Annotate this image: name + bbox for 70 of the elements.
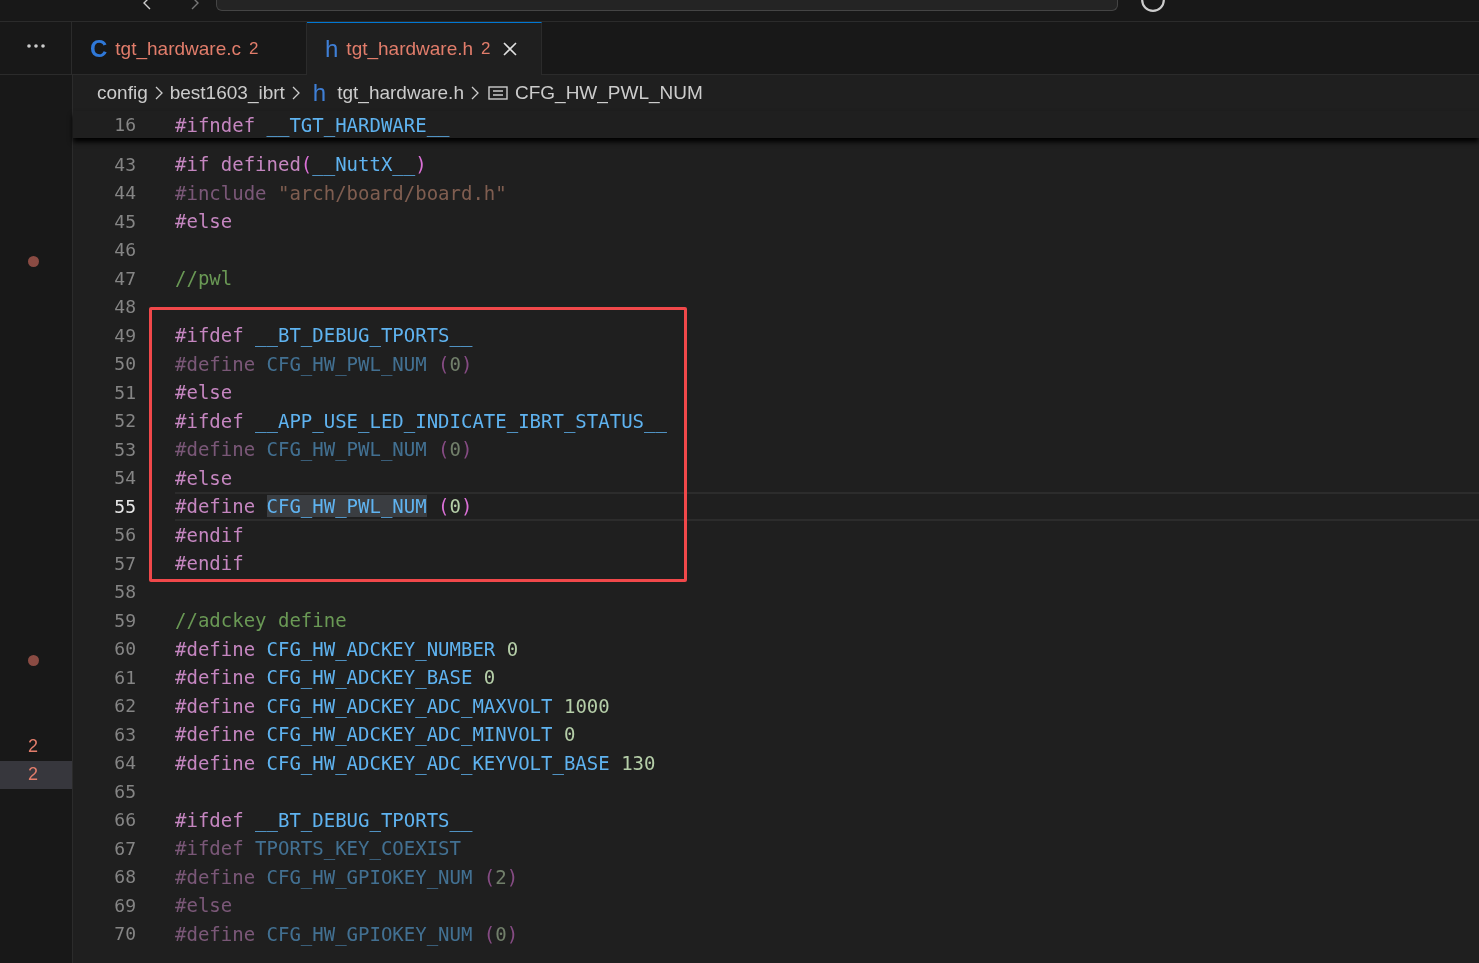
line-number: 59 (113, 609, 136, 631)
marker-dot-icon (27, 655, 39, 667)
code-line: #else (175, 894, 233, 917)
line-number: 51 (113, 381, 136, 403)
code-line: #define CFG_HW_ADCKEY_ADC_MINVOLT 0 (175, 723, 576, 746)
line-number: 60 (113, 638, 136, 660)
code-line: //adckey define (175, 609, 347, 632)
line-number: 44 (113, 182, 136, 204)
file-type-icon: h (312, 81, 327, 105)
line-number: 49 (113, 324, 136, 346)
line-number: 61 (113, 666, 136, 688)
code-line: #define CFG_HW_GPIOKEY_NUM (2) (175, 865, 519, 888)
code-line: #include "arch/board/board.h" (175, 181, 507, 204)
code-line: #endif (175, 552, 244, 575)
code-line: #else (175, 381, 233, 404)
line-number: 46 (113, 239, 136, 261)
line-number: 69 (113, 894, 136, 916)
file-type-icon: C (90, 36, 108, 61)
line-number: 70 (113, 923, 136, 945)
breadcrumb-item[interactable]: tgt_hardware.h (337, 82, 464, 104)
code-line: #define CFG_HW_ADCKEY_NUMBER 0 (175, 637, 519, 660)
code-line: #else (175, 466, 233, 489)
problem-count[interactable]: 2 (25, 735, 41, 757)
code-line: #define CFG_HW_ADCKEY_BASE 0 (175, 666, 496, 689)
code-line: #if defined(__NuttX__) (175, 153, 427, 176)
line-number: 67 (113, 837, 136, 859)
line-number: 16 (113, 114, 136, 135)
code-line: #endif (175, 523, 244, 546)
symbol-icon (487, 86, 508, 100)
line-number: 63 (113, 723, 136, 745)
file-type-icon: h (325, 37, 339, 61)
editor-tab[interactable]: h tgt_hardware.h 2 (307, 22, 542, 75)
code-line: //pwl (175, 267, 233, 290)
line-number: 66 (113, 809, 136, 831)
code-line: #define CFG_HW_GPIOKEY_NUM (0) (175, 922, 519, 945)
code-line: #define CFG_HW_ADCKEY_ADC_MAXVOLT 1000 (175, 694, 610, 717)
line-number: 43 (113, 153, 136, 175)
line-number: 55 (113, 495, 136, 517)
breadcrumb-item[interactable]: config (97, 82, 148, 104)
more-actions-icon[interactable] (25, 43, 46, 49)
line-number: 53 (113, 438, 136, 460)
code-line: #ifdef __BT_DEBUG_TPORTS__ (175, 808, 473, 831)
line-number: 54 (113, 467, 136, 489)
line-number: 62 (113, 695, 136, 717)
chevron-icon (154, 86, 163, 100)
code-line: #ifdef __APP_USE_LED_INDICATE_IBRT_STATUS__ (175, 409, 667, 432)
line-number: 45 (113, 210, 136, 232)
code-line: #ifdef __BT_DEBUG_TPORTS__ (175, 324, 473, 347)
breadcrumb-item[interactable]: CFG_HW_PWL_NUM (514, 82, 703, 104)
line-number: 58 (113, 581, 136, 603)
line-number: 48 (113, 296, 136, 318)
line-number: 57 (113, 552, 136, 574)
code-line: #ifndef __TGT_HARDWARE__ (175, 113, 450, 136)
line-number: 47 (113, 267, 136, 289)
chevron-icon (470, 86, 479, 100)
line-number: 50 (113, 353, 136, 375)
marker-dot-icon (27, 256, 39, 268)
line-number: 64 (113, 752, 136, 774)
breadcrumb-item[interactable]: best1603_ibrt (169, 82, 285, 104)
code-line: #else (175, 210, 233, 233)
chevron-icon (291, 86, 300, 100)
code-line: #define CFG_HW_PWL_NUM (0) (175, 352, 473, 375)
code-line: #ifdef TPORTS_KEY_COEXIST (175, 837, 461, 860)
line-number: 56 (113, 524, 136, 546)
close-icon[interactable] (502, 42, 517, 56)
line-number: 68 (113, 866, 136, 888)
line-number: 65 (113, 780, 136, 802)
code-line: #define CFG_HW_PWL_NUM (0) (175, 438, 473, 461)
code-line: #define CFG_HW_ADCKEY_ADC_KEYVOLT_BASE 130 (175, 751, 656, 774)
line-number: 52 (113, 410, 136, 432)
